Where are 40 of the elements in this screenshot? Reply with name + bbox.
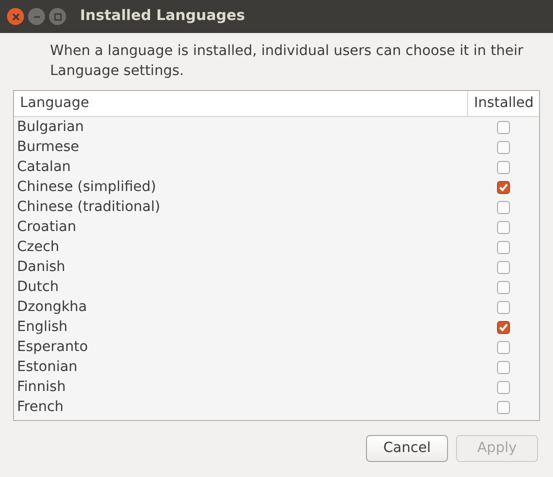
maximize-icon	[54, 12, 62, 20]
checkbox[interactable]	[496, 380, 510, 394]
checkbox[interactable]	[496, 200, 510, 214]
checkbox[interactable]	[496, 180, 510, 194]
checkbox[interactable]	[496, 260, 510, 274]
close-button[interactable]	[7, 8, 24, 25]
checkbox[interactable]	[496, 280, 510, 294]
cancel-button[interactable]: Cancel	[366, 435, 448, 462]
language-name: Danish	[16, 258, 66, 276]
checkbox[interactable]	[496, 140, 510, 154]
language-name: French	[16, 398, 65, 416]
checkbox[interactable]	[496, 120, 510, 134]
close-icon	[12, 12, 20, 20]
language-name: Finnish	[16, 378, 67, 396]
language-name: Esperanto	[16, 338, 89, 356]
checkbox[interactable]	[496, 240, 510, 254]
language-name: Dutch	[16, 278, 60, 296]
minimize-button[interactable]	[28, 8, 45, 25]
checkbox[interactable]	[496, 340, 510, 354]
maximize-button[interactable]	[49, 8, 66, 25]
checkbox[interactable]	[496, 400, 510, 414]
language-name: Estonian	[16, 358, 78, 376]
language-name: Bulgarian	[16, 118, 85, 136]
language-name: Burmese	[16, 138, 80, 156]
checkbox[interactable]	[496, 160, 510, 174]
checkbox[interactable]	[496, 300, 510, 314]
window-title: Installed Languages	[80, 6, 245, 26]
column-header[interactable]: Installed	[468, 93, 534, 114]
language-name: Chinese (traditional)	[16, 198, 162, 216]
checkbox[interactable]	[496, 220, 510, 234]
language-name: Catalan	[16, 158, 72, 176]
language-name: Chinese (simplified)	[16, 178, 158, 196]
checkbox[interactable]	[496, 320, 510, 334]
language-name: Czech	[16, 238, 60, 256]
language-name: Croatian	[16, 218, 78, 236]
language-name: Dzongkha	[16, 298, 88, 316]
description-text: When a language is installed, individual users can choose it in their Language settings.	[49, 42, 524, 81]
checkbox[interactable]	[496, 360, 510, 374]
language-name: English	[16, 318, 69, 336]
column-header[interactable]: Language	[14, 95, 90, 111]
